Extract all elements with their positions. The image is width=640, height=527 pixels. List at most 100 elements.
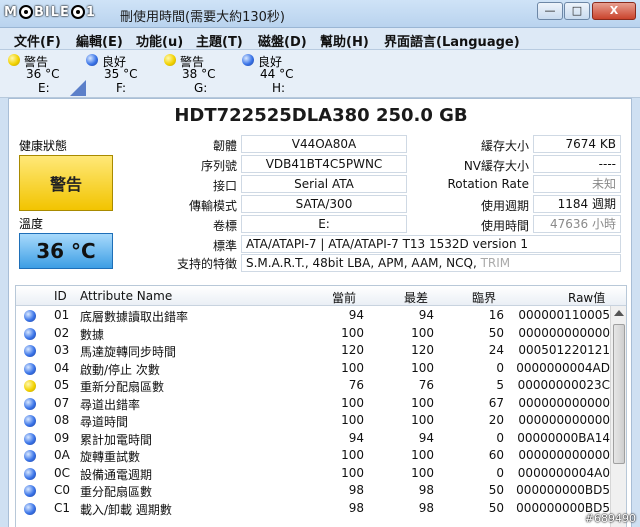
logo-text-right: 1 <box>85 4 96 20</box>
table-scrollbar[interactable] <box>610 306 626 527</box>
scrollbar-thumb[interactable] <box>613 324 625 464</box>
good-status-icon <box>24 450 36 462</box>
table-row[interactable]: 02 數據 100 100 50 000000000000 <box>16 325 612 343</box>
drive-tab-f[interactable]: 良好 35 °C F: <box>86 52 154 96</box>
table-row[interactable]: C1 載入/卸載 週期數 98 98 50 000000000BD5 <box>16 500 612 518</box>
drive-letter: E: <box>38 81 50 95</box>
column-threshold[interactable]: 臨界 <box>472 289 496 306</box>
table-row[interactable]: 07 尋道出錯率 100 100 67 000000000000 <box>16 395 612 413</box>
table-row[interactable]: 01 底層數據讀取出錯率 94 94 16 000000110005 <box>16 307 612 325</box>
health-status-badge[interactable]: 警告 <box>19 155 113 211</box>
health-label: 健康狀態 <box>19 139 68 153</box>
drive-letter: H: <box>272 81 286 95</box>
cell-raw: 000000000BD5 <box>516 483 610 497</box>
menu-theme[interactable]: 主題(T) <box>196 31 243 50</box>
good-status-icon <box>24 502 36 515</box>
table-row[interactable]: C0 重分配扇區數 98 98 50 000000000BD5 <box>16 482 612 500</box>
cell-thr: 50 <box>488 483 504 497</box>
cell-id: 0A <box>54 448 70 462</box>
good-status-icon <box>24 345 36 357</box>
smart-attributes-table: ID Attribute Name 當前 最差 臨界 Raw值 01 底層數據讀取… <box>15 285 627 527</box>
table-row[interactable]: 0C 設備通電週期 100 100 0 0000000004A0 <box>16 465 612 483</box>
rotation-rate-label: Rotation Rate <box>447 177 529 191</box>
cell-cur: 100 <box>341 413 364 427</box>
volume-value: E: <box>241 215 407 233</box>
standard-label: 標準 <box>212 239 237 253</box>
cell-raw: 000000000000 <box>518 413 610 427</box>
column-worst[interactable]: 最差 <box>404 289 428 306</box>
column-current[interactable]: 當前 <box>332 289 356 306</box>
cell-id: 08 <box>54 413 70 427</box>
cell-worst: 100 <box>411 395 434 410</box>
cell-worst: 100 <box>411 360 434 375</box>
nv-cache-label: NV緩存大小 <box>463 159 529 173</box>
cell-cur: 100 <box>341 465 364 480</box>
temperature-label: 溫度 <box>19 217 44 231</box>
minimize-button[interactable]: — <box>537 2 563 20</box>
column-raw[interactable]: Raw值 <box>568 289 605 306</box>
cell-thr: 50 <box>488 500 504 515</box>
column-id[interactable]: ID <box>54 289 67 303</box>
good-status-icon <box>24 485 36 497</box>
cell-worst: 76 <box>418 378 434 392</box>
cell-worst: 94 <box>418 430 434 445</box>
cell-cur: 100 <box>341 395 364 410</box>
drive-tab-g[interactable]: 警告 38 °C G: <box>164 52 232 96</box>
table-row[interactable]: 03 馬達旋轉同步時間 120 120 24 000501220121 <box>16 342 612 360</box>
volume-label: 卷標 <box>212 219 237 233</box>
table-row[interactable]: 08 尋道時間 100 100 20 000000000000 <box>16 412 612 430</box>
watermark-id: #689490 <box>584 512 636 525</box>
warning-status-icon <box>8 54 20 66</box>
mobile01-logo: M BILE 1 <box>4 4 124 20</box>
table-row[interactable]: 05 重新分配扇區數 76 76 5 00000000023C <box>16 377 612 395</box>
cell-cur: 94 <box>348 430 364 445</box>
cell-cur: 100 <box>341 325 364 340</box>
power-hours-value[interactable]: 47636 小時 <box>533 215 621 233</box>
menu-file[interactable]: 文件(F) <box>14 31 61 50</box>
title-bar: M BILE 1 刪使用時間(需要大約130秒) — □ X <box>0 0 640 28</box>
transfer-mode-label: 傳輸模式 <box>188 199 237 213</box>
drive-tab-h[interactable]: 良好 44 °C H: <box>242 52 310 96</box>
scroll-up-icon[interactable] <box>614 310 624 316</box>
column-attribute-name[interactable]: Attribute Name <box>80 289 172 303</box>
cell-raw: 000501220121 <box>518 343 610 357</box>
cell-thr: 60 <box>488 448 504 462</box>
cell-id: 02 <box>54 325 70 340</box>
cell-raw: 00000000023C <box>517 378 610 392</box>
cell-id: 09 <box>54 430 70 445</box>
cell-name: 累計加電時間 <box>80 432 153 447</box>
table-row[interactable]: 04 啟動/停止 次數 100 100 0 0000000004AD <box>16 360 612 378</box>
good-status-icon <box>24 310 36 322</box>
firmware-value: V44OA80A <box>241 135 407 153</box>
cell-name: 底層數據讀取出錯率 <box>80 310 189 324</box>
close-button[interactable]: X <box>592 2 636 20</box>
menu-bar: 文件(F) 編輯(E) 功能(u) 主題(T) 磁盤(D) 幫助(H) 界面語言… <box>0 28 640 50</box>
disk-model-title: HDT722525DLA380 250.0 GB <box>174 105 468 126</box>
good-status-icon <box>24 327 36 340</box>
drive-tab-e[interactable]: 警告 36 °C E: <box>8 52 76 96</box>
cell-id: 05 <box>54 378 70 392</box>
buffer-size-value: 7674 KB <box>533 135 621 153</box>
maximize-button[interactable]: □ <box>564 2 590 20</box>
drive-letter: G: <box>194 81 208 95</box>
cell-id: C0 <box>54 483 71 497</box>
menu-help[interactable]: 幫助(H) <box>320 31 369 50</box>
menu-disk[interactable]: 磁盤(D) <box>258 31 307 50</box>
menu-edit[interactable]: 編輯(E) <box>76 31 123 50</box>
window-title: 刪使用時間(需要大約130秒) <box>120 10 285 25</box>
table-row[interactable]: 0A 旋轉重試數 100 100 60 000000000000 <box>16 447 612 465</box>
cell-raw: 00000000BA14 <box>517 430 610 445</box>
cell-worst: 98 <box>418 483 434 497</box>
cell-worst: 100 <box>411 413 434 427</box>
selected-drive-marker-icon <box>70 80 86 96</box>
menu-function[interactable]: 功能(u) <box>136 31 183 50</box>
table-row[interactable]: 09 累計加電時間 94 94 0 00000000BA14 <box>16 430 612 448</box>
cell-thr: 16 <box>488 308 504 322</box>
table-header: ID Attribute Name 當前 最差 臨界 Raw值 <box>16 286 626 306</box>
cell-cur: 100 <box>341 448 364 462</box>
cell-cur: 98 <box>348 500 364 515</box>
menu-language[interactable]: 界面語言(Language) <box>384 31 520 50</box>
drive-temp: 38 °C <box>182 67 216 81</box>
nv-cache-value: ---- <box>533 155 621 173</box>
logo-eye-icon <box>70 5 85 19</box>
